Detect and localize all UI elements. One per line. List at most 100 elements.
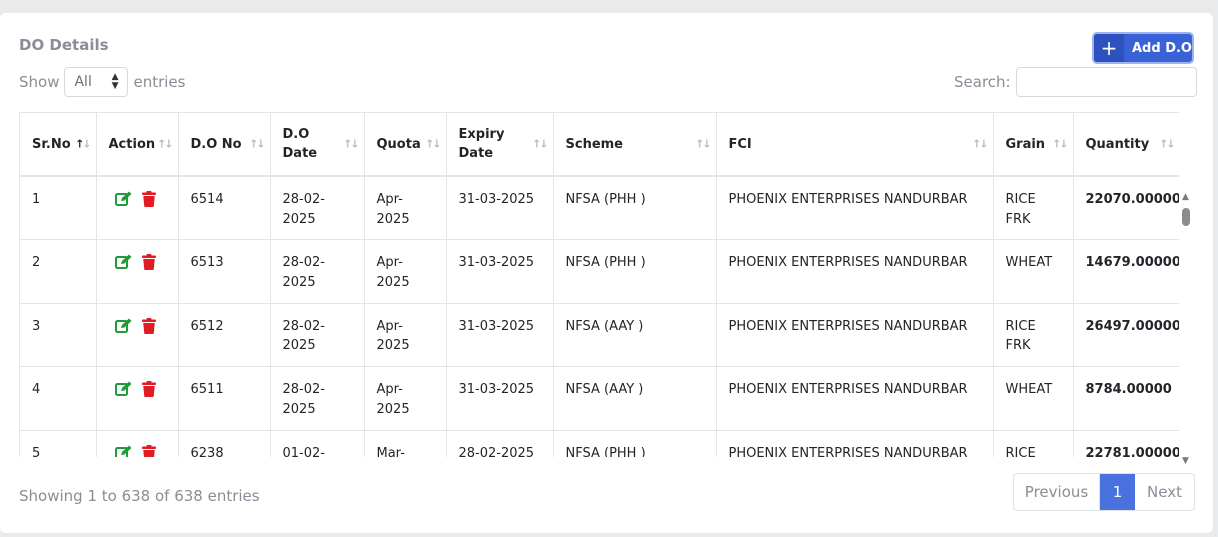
cell-do-date: 28-02- 2025 [270,176,365,240]
column-header-fci[interactable]: FCI ↑↓ [716,113,994,177]
delete-icon[interactable] [141,444,156,457]
cell-do-no: 6511 [178,366,271,431]
cell-do-no: 6514 [178,176,271,240]
sort-asc-icon: ↑↓ [75,137,92,151]
cell-srno: 4 [20,366,97,431]
sort-icon: ↑↓ [343,137,360,151]
cell-action [96,366,179,431]
cell-grain: RICE FRK [993,303,1074,367]
previous-page-button[interactable]: Previous [1014,474,1100,510]
cell-quota: Mar- [364,430,447,457]
cell-expiry-date: 31-03-2025 [446,303,554,367]
column-header-action[interactable]: Action ↑↓ [96,113,179,177]
next-page-button[interactable]: Next [1135,474,1194,510]
cell-srno: 3 [20,303,97,367]
scrollbar-thumb[interactable] [1182,208,1190,226]
cell-fci: PHOENIX ENTERPRISES NANDURBAR [716,366,994,431]
cell-fci: PHOENIX ENTERPRISES NANDURBAR [716,176,994,240]
table-scrollbar[interactable]: ▲ ▼ [1179,190,1194,470]
entries-label: entries [133,73,186,91]
edit-icon[interactable] [114,318,132,341]
edit-icon[interactable] [114,381,132,404]
column-header-srno[interactable]: Sr.No ↑↓ [20,113,97,177]
cell-expiry-date: 31-03-2025 [446,366,554,431]
cell-action [96,239,179,304]
delete-icon[interactable] [141,317,156,341]
column-header-do-no[interactable]: D.O No ↑↓ [178,113,271,177]
edit-icon[interactable] [114,445,132,457]
delete-icon[interactable] [141,254,156,277]
cell-grain: WHEAT [993,366,1074,431]
cell-do-date: 01-02- [270,430,365,457]
cell-action [96,303,179,367]
cell-grain: RICE FRK [993,430,1074,457]
sort-icon: ↑↓ [157,137,174,151]
show-label: Show [19,73,60,91]
search-control: Search: [954,67,1197,97]
scroll-up-icon[interactable]: ▲ [1182,192,1189,202]
add-do-button[interactable]: + Add D.O [1092,32,1194,64]
entries-select[interactable]: All ▲ ▼ [64,67,129,97]
cell-srno: 5 [20,430,97,457]
column-header-do-date[interactable]: D.O Date ↑↓ [270,113,365,177]
delete-icon[interactable] [141,381,156,404]
sort-icon: ↑↓ [695,137,712,151]
do-table-container: Sr.No ↑↓ Action ↑↓ D.O No ↑↓ D.O Date ↑↓ Quot… [19,112,1179,457]
column-header-quantity[interactable]: Quantity ↑↓ [1073,113,1179,177]
table-row: 5 6238 01-02- Mar- 28-02-2025 NFSA (PHH ) PHOE… [20,430,1179,457]
add-do-label: Add D.O [1132,40,1192,56]
cell-scheme: NFSA (PHH ) [553,176,717,240]
cell-quota: Apr- 2025 [364,239,447,304]
entries-length-control: Show All ▲ ▼ entries [19,67,185,97]
sort-icon: ↑↓ [249,137,266,151]
table-row: 1 6514 28-02- 2025 Apr- 2025 31-03-2025 NFSA (P… [20,176,1179,240]
cell-expiry-date: 28-02-2025 [446,430,554,457]
column-header-grain[interactable]: Grain ↑↓ [993,113,1074,177]
cell-scheme: NFSA (AAY ) [553,303,717,367]
cell-do-no: 6238 [178,430,271,457]
cell-scheme: NFSA (AAY ) [553,366,717,431]
cell-fci: PHOENIX ENTERPRISES NANDURBAR [716,239,994,304]
delete-icon[interactable] [141,191,156,214]
edit-icon[interactable] [114,191,132,214]
page-1-button[interactable]: 1 [1100,474,1135,510]
card-title: DO Details [19,36,109,54]
cell-grain: WHEAT [993,239,1074,304]
sort-icon: ↑↓ [532,137,549,151]
cell-expiry-date: 31-03-2025 [446,176,554,240]
column-header-scheme[interactable]: Scheme ↑↓ [553,113,717,177]
table-header-row: Sr.No ↑↓ Action ↑↓ D.O No ↑↓ D.O Date ↑↓ Quot… [20,113,1179,177]
edit-icon[interactable] [114,254,132,277]
cell-do-no: 6513 [178,239,271,304]
cell-do-no: 6512 [178,303,271,367]
cell-do-date: 28-02- 2025 [270,366,365,431]
cell-srno: 2 [20,239,97,304]
cell-action [96,430,179,457]
cell-srno: 1 [20,176,97,240]
cell-quantity: 8784.00000 [1073,366,1179,431]
cell-scheme: NFSA (PHH ) [553,430,717,457]
sort-icon: ↑↓ [972,137,989,151]
cell-fci: PHOENIX ENTERPRISES NANDURBAR [716,303,994,367]
sort-icon: ↑↓ [425,137,442,151]
column-header-expiry-date[interactable]: Expiry Date ↑↓ [446,113,554,177]
scroll-down-icon[interactable]: ▼ [1182,456,1189,466]
search-input[interactable] [1015,67,1197,97]
do-table: Sr.No ↑↓ Action ↑↓ D.O No ↑↓ D.O Date ↑↓ Quot… [20,113,1179,457]
cell-quantity: 14679.00000 [1073,239,1179,304]
table-body: 1 6514 28-02- 2025 Apr- 2025 31-03-2025 NFSA (P… [20,176,1179,457]
pagination: Previous 1 Next [1013,473,1195,511]
cell-expiry-date: 31-03-2025 [446,239,554,304]
plus-icon: + [1094,34,1124,62]
sort-icon: ↑↓ [1159,137,1176,151]
cell-do-date: 28-02- 2025 [270,239,365,304]
cell-fci: PHOENIX ENTERPRISES NANDURBAR [716,430,994,457]
cell-quota: Apr- 2025 [364,176,447,240]
column-header-quota[interactable]: Quota ↑↓ [364,113,447,177]
cell-quantity: 22781.00000 [1073,430,1179,457]
cell-quota: Apr- 2025 [364,303,447,367]
cell-scheme: NFSA (PHH ) [553,239,717,304]
select-caret-icon: ▲ ▼ [111,72,119,91]
cell-action [96,176,179,240]
sort-icon: ↑↓ [1052,137,1069,151]
